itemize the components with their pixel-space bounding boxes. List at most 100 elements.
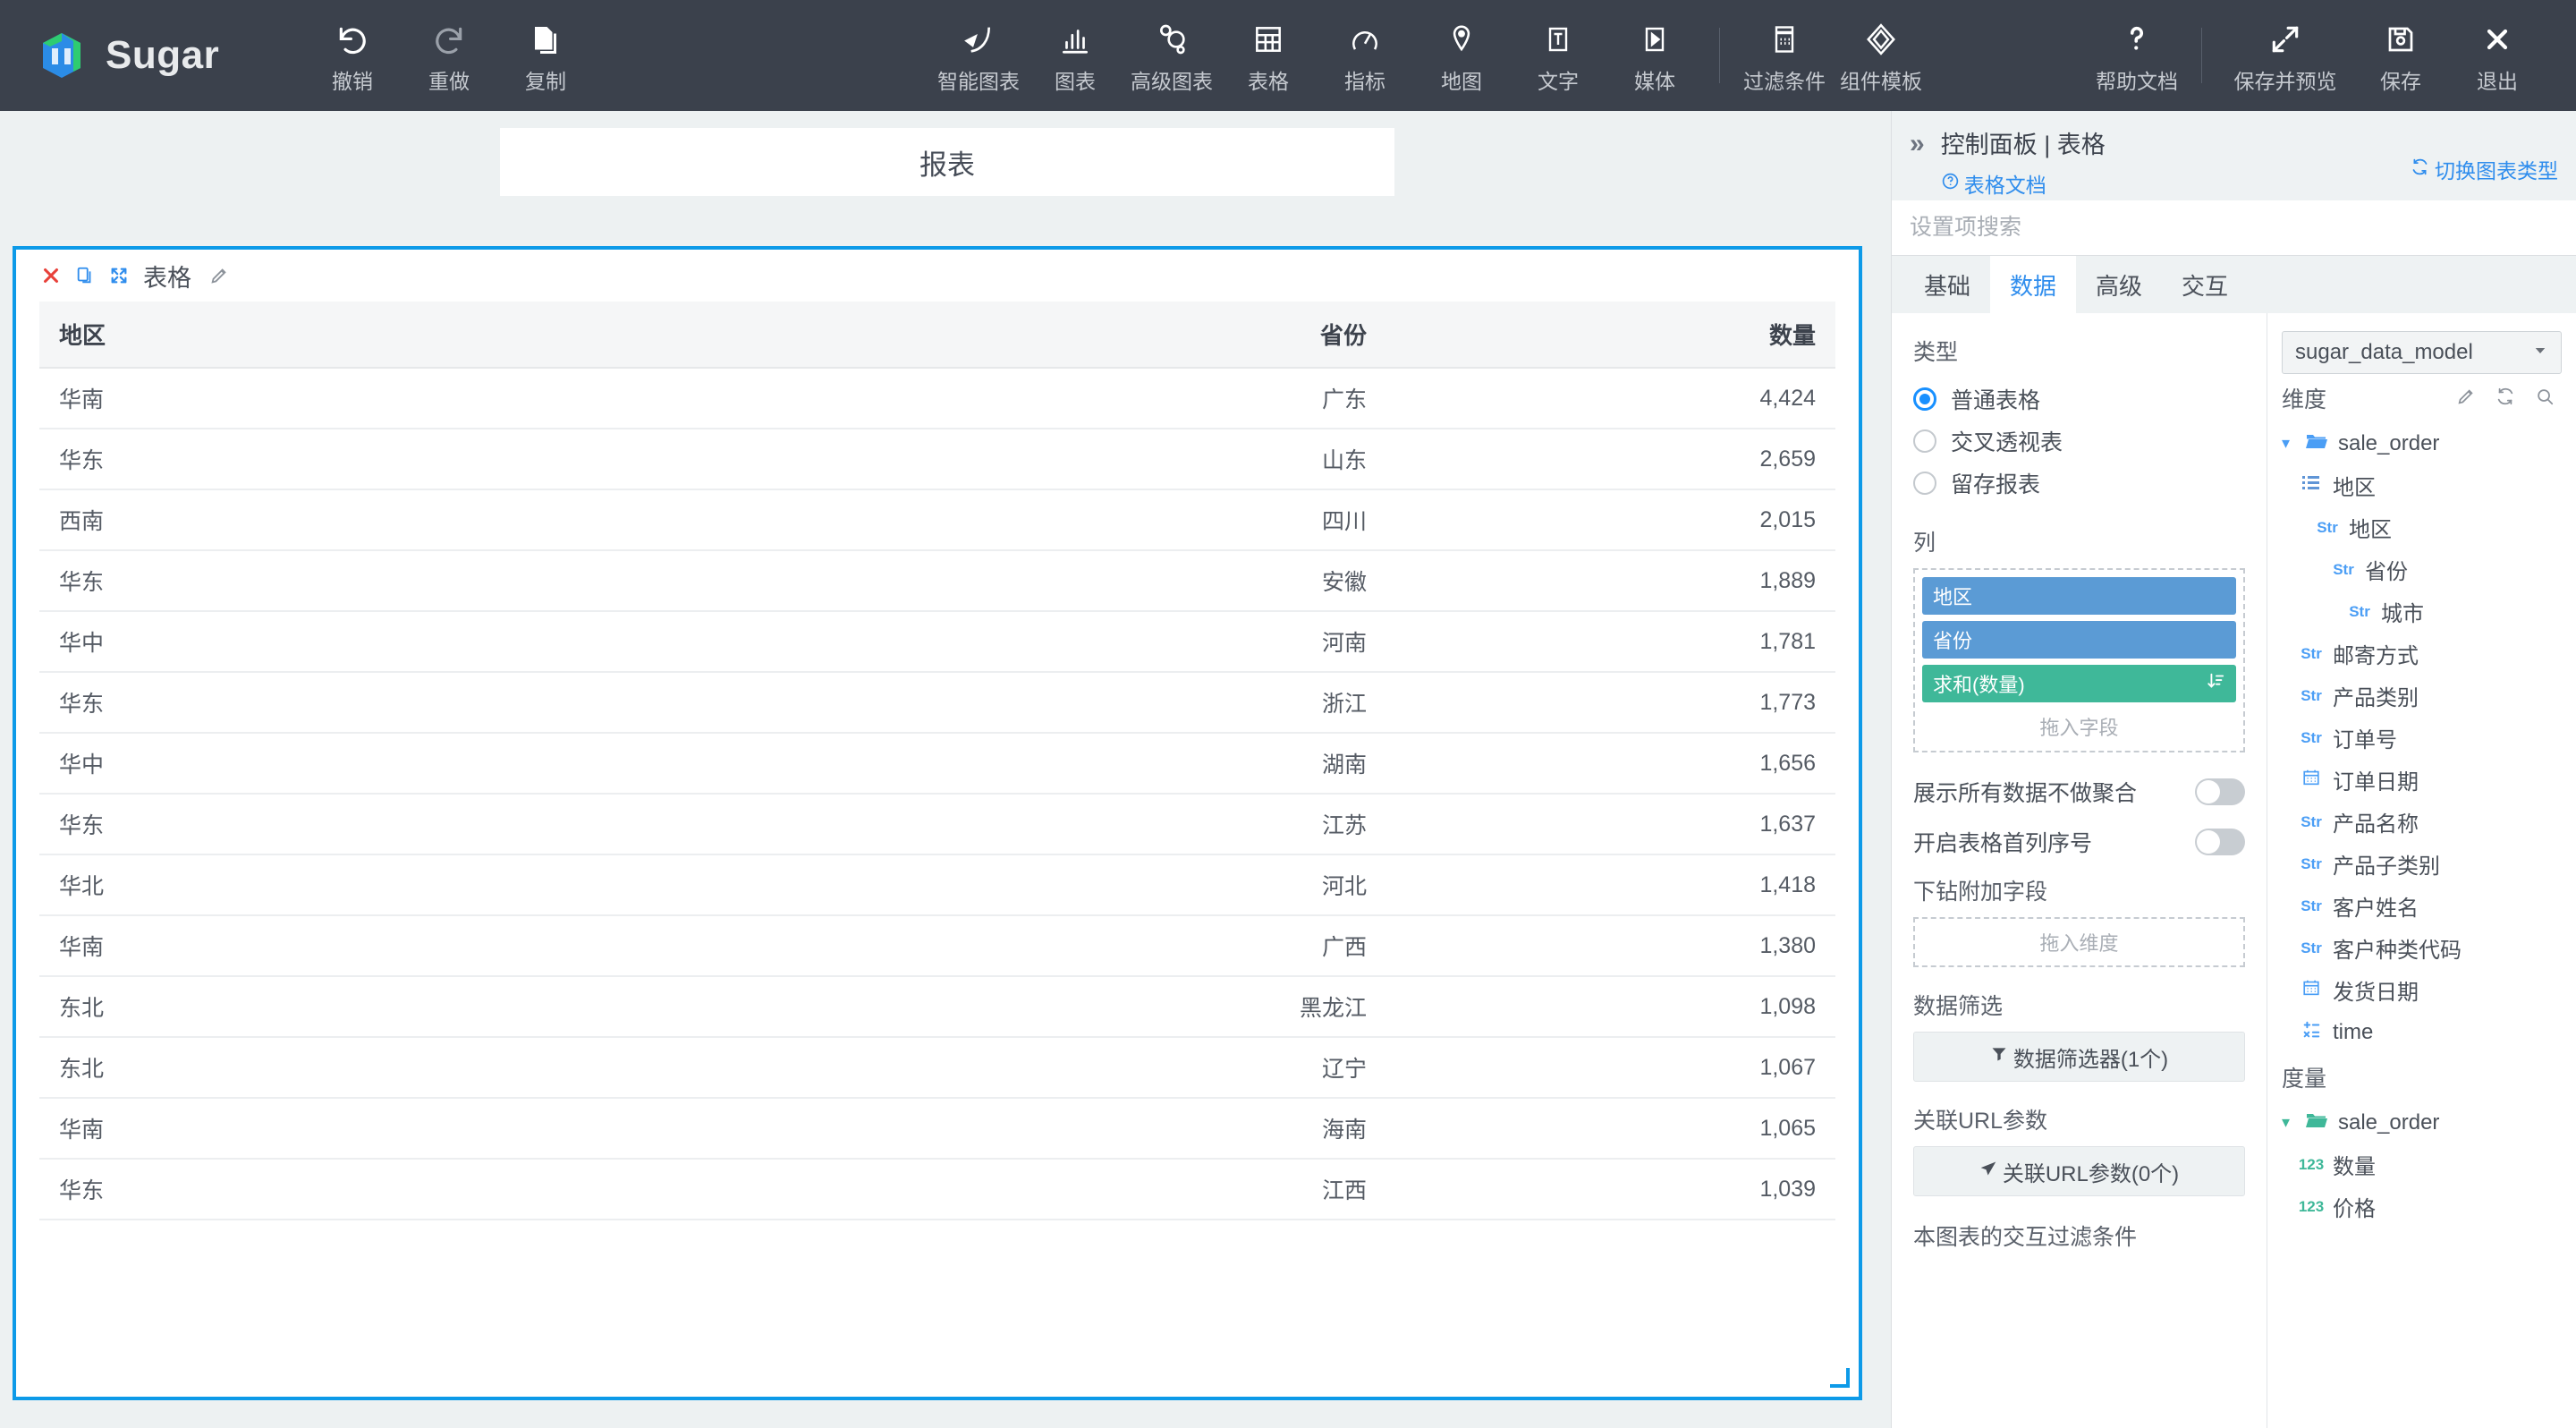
table-row[interactable]: 华中 湖南 1,656 (39, 733, 1835, 795)
chevron-down-icon[interactable]: ▾ (2282, 434, 2296, 453)
table-row[interactable]: 华南 海南 1,065 (39, 1098, 1835, 1160)
dimension-field-item[interactable]: time (2282, 1011, 2562, 1053)
toolbar-metric-button[interactable]: 指标 (1317, 0, 1413, 111)
table-row[interactable]: 华东 山东 2,659 (39, 429, 1835, 490)
table-cell: 华东 (39, 429, 723, 490)
table-row[interactable]: 华北 河北 1,418 (39, 854, 1835, 916)
radio-pivot-table[interactable]: 交叉透视表 (1913, 420, 2245, 462)
dimension-field-item[interactable]: Str 产品名称 (2282, 801, 2562, 843)
toolbar-save-preview-button[interactable]: 保存并预览 (2218, 0, 2352, 111)
dimension-field-item[interactable]: Str 省份 (2282, 548, 2562, 591)
sort-desc-icon[interactable] (2206, 671, 2225, 696)
chevron-down-icon[interactable]: ▾ (2282, 1113, 2296, 1132)
url-param-button[interactable]: 关联URL参数(0个) (1913, 1146, 2245, 1196)
report-table[interactable]: 地区 省份 数量 华南 广东 4,424 华东 山东 2,659 西南 四川 2,015 华东 安徽… (39, 302, 1835, 1220)
report-title-widget[interactable]: 报表 (500, 128, 1394, 196)
toggle-row-index-row[interactable]: 开启表格首列序号 (1913, 817, 2245, 867)
toolbar-advanced-chart-button[interactable]: 高级图表 (1123, 0, 1220, 111)
radio-retention-report-label: 留存报表 (1951, 472, 2041, 497)
dimension-field-item[interactable]: ▾ sale_order (2282, 422, 2562, 464)
dimension-field-item[interactable]: 地区 (2282, 464, 2562, 506)
table-row[interactable]: 西南 四川 2,015 (39, 489, 1835, 551)
measure-field-item[interactable]: ▾ sale_order (2282, 1101, 2562, 1143)
toolbar-media-button[interactable]: 媒体 (1606, 0, 1703, 111)
red-x-icon[interactable] (34, 266, 68, 285)
dimension-field-item[interactable]: Str 城市 (2282, 591, 2562, 633)
report-canvas[interactable]: 报表 表格 地区 省份 数量 华南 广东 4,424 华东 山东 2,659 西… (0, 111, 1891, 1428)
table-row[interactable]: 华东 江西 1,039 (39, 1159, 1835, 1220)
column-pill-sum-quantity[interactable]: 求和(数量) (1922, 665, 2236, 702)
toolbar-undo-button[interactable]: 撤销 (304, 0, 401, 111)
table-row[interactable]: 华南 广东 4,424 (39, 368, 1835, 429)
table-cell: 河北 (722, 854, 1386, 916)
drill-dropzone[interactable]: 拖入维度 (1913, 917, 2245, 967)
settings-search-input[interactable] (1910, 215, 2576, 241)
double-chevron-right-icon[interactable]: » (1910, 125, 1925, 157)
tab-advanced[interactable]: 高级 (2076, 256, 2162, 313)
table-row[interactable]: 东北 黑龙江 1,098 (39, 976, 1835, 1038)
columns-dropzone[interactable]: 地区 省份 求和(数量) 拖入字段 (1913, 568, 2245, 752)
toolbar-text-button[interactable]: 文字 (1510, 0, 1606, 111)
table-row[interactable]: 华东 浙江 1,773 (39, 672, 1835, 734)
toolbar-copy-label: 复制 (525, 70, 566, 93)
table-header-region[interactable]: 地区 (39, 302, 723, 369)
search-dimensions-search-icon[interactable] (2535, 387, 2555, 411)
toolbar-save-button[interactable]: 保存 (2352, 0, 2449, 111)
measure-field-item[interactable]: 123 价格 (2282, 1186, 2562, 1228)
toolbar-save-preview-label: 保存并预览 (2233, 70, 2337, 93)
measure-field-item[interactable]: 123 数量 (2282, 1143, 2562, 1186)
table-row[interactable]: 华南 广西 1,380 (39, 915, 1835, 977)
dimension-field-item[interactable]: 发货日期 (2282, 969, 2562, 1011)
settings-search-box[interactable] (1892, 200, 2576, 256)
toolbar-filter-condition-button[interactable]: 过滤条件 (1736, 0, 1833, 111)
widget-resize-handle[interactable] (1830, 1368, 1850, 1388)
dimension-field-item[interactable]: Str 订单号 (2282, 717, 2562, 759)
table-widget[interactable]: 表格 地区 省份 数量 华南 广东 4,424 华东 山东 2,659 西南 四川 2,015 华… (13, 246, 1862, 1400)
column-pill-region[interactable]: 地区 (1922, 577, 2236, 615)
table-header-quantity[interactable]: 数量 (1385, 302, 1835, 369)
dimension-field-item[interactable]: Str 产品类别 (2282, 675, 2562, 717)
data-filter-button[interactable]: 数据筛选器(1个) (1913, 1032, 2245, 1082)
widget-toolbar: 表格 (16, 250, 1859, 302)
toolbar-exit-button[interactable]: 退出 (2449, 0, 2546, 111)
duplicate-icon[interactable] (68, 266, 102, 285)
toolbar-component-template-button[interactable]: 组件模板 (1833, 0, 1929, 111)
tab-interaction[interactable]: 交互 (2162, 256, 2248, 313)
table-row[interactable]: 东北 辽宁 1,067 (39, 1037, 1835, 1099)
toggle-show-all-data[interactable] (2195, 778, 2245, 805)
toolbar-chart-button[interactable]: 图表 (1027, 0, 1123, 111)
table-row[interactable]: 华东 安徽 1,889 (39, 550, 1835, 612)
pencil-icon[interactable] (202, 266, 236, 285)
toggle-row-index[interactable] (2195, 829, 2245, 855)
toolbar-help-doc-button[interactable]: 帮助文档 (2089, 0, 2185, 111)
toggle-row-index-label: 开启表格首列序号 (1913, 831, 2093, 856)
radio-normal-table[interactable]: 普通表格 (1913, 378, 2245, 420)
dimension-field-item[interactable]: Str 邮寄方式 (2282, 633, 2562, 675)
dimension-field-item[interactable]: Str 产品子类别 (2282, 843, 2562, 885)
table-row[interactable]: 华东 江苏 1,637 (39, 794, 1835, 855)
dimension-field-item[interactable]: Str 客户姓名 (2282, 885, 2562, 927)
column-pill-province[interactable]: 省份 (1922, 621, 2236, 659)
dimension-field-item[interactable]: Str 客户种类代码 (2282, 927, 2562, 969)
radio-retention-report[interactable]: 留存报表 (1913, 462, 2245, 504)
tab-basic[interactable]: 基础 (1904, 256, 1990, 313)
toolbar-copy-button[interactable]: 复制 (497, 0, 594, 111)
expand-icon[interactable] (102, 266, 136, 285)
question-mark-icon (2121, 16, 2153, 57)
toolbar-map-button[interactable]: 地图 (1413, 0, 1510, 111)
toolbar-redo-button[interactable]: 重做 (401, 0, 497, 111)
dimension-field-item-label: 客户种类代码 (2333, 939, 2462, 963)
refresh-dimensions-refresh-icon[interactable] (2496, 387, 2515, 411)
toggle-show-all-data-row[interactable]: 展示所有数据不做聚合 (1913, 767, 2245, 817)
toolbar-smart-chart-button[interactable]: 智能图表 (930, 0, 1027, 111)
table-header-province[interactable]: 省份 (722, 302, 1386, 369)
data-model-select[interactable]: sugar_data_model (2282, 331, 2562, 374)
table-row[interactable]: 华中 河南 1,781 (39, 611, 1835, 673)
edit-dimensions-pencil-icon[interactable] (2456, 387, 2476, 411)
panel-doc-link[interactable]: 表格文档 (1941, 168, 2106, 199)
toolbar-table-button[interactable]: 表格 (1220, 0, 1317, 111)
tab-data[interactable]: 数据 (1990, 256, 2077, 313)
switch-chart-type-button[interactable]: 切换图表类型 (2411, 154, 2558, 184)
dimension-field-item[interactable]: Str 地区 (2282, 506, 2562, 548)
dimension-field-item[interactable]: 订单日期 (2282, 759, 2562, 801)
